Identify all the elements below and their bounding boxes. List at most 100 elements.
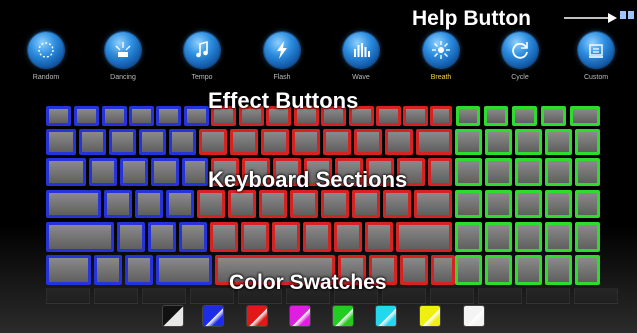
keyboard-key-green[interactable]: [575, 158, 600, 186]
keyboard-key-left[interactable]: [46, 255, 91, 285]
keyboard-key-left[interactable]: [46, 106, 71, 126]
keyboard-key-middle[interactable]: [376, 106, 401, 126]
lighting-control-app: Random Dancing Tempo Flash Wave Breath C…: [0, 0, 637, 333]
help-button[interactable]: [620, 11, 634, 19]
keyboard-key-middle[interactable]: [261, 129, 289, 155]
keyboard-key-green[interactable]: [570, 106, 600, 126]
keyboard-key-green[interactable]: [545, 222, 572, 252]
keyboard-key-left[interactable]: [74, 106, 99, 126]
keyboard-key-middle[interactable]: [385, 129, 413, 155]
keyboard-key-green[interactable]: [575, 255, 600, 285]
keyboard-key-middle[interactable]: [431, 255, 455, 285]
keyboard-key-middle[interactable]: [430, 106, 452, 126]
keyboard-key-middle[interactable]: [416, 129, 452, 155]
keyboard-key-left[interactable]: [169, 129, 196, 155]
keyboard-key-middle[interactable]: [414, 190, 452, 218]
keyboard-key-green[interactable]: [485, 222, 512, 252]
keyboard-key-left[interactable]: [129, 106, 154, 126]
keyboard-key-middle[interactable]: [230, 129, 258, 155]
keyboard-key-green[interactable]: [455, 222, 482, 252]
keyboard-key-green[interactable]: [485, 158, 512, 186]
keyboard-key-middle[interactable]: [403, 106, 428, 126]
keyboard-key-middle[interactable]: [354, 129, 382, 155]
keyboard-key-middle[interactable]: [292, 129, 320, 155]
keyboard-key-green[interactable]: [515, 190, 542, 218]
keyboard-key-green[interactable]: [575, 129, 600, 155]
arrow-right-icon: [564, 13, 617, 23]
keyboard-key-middle[interactable]: [396, 222, 452, 252]
swatch-blue[interactable]: [203, 306, 223, 326]
keyboard-key-middle[interactable]: [199, 129, 227, 155]
keyboard-key-left[interactable]: [104, 190, 132, 218]
keyboard-key-green[interactable]: [545, 129, 572, 155]
keyboard-key-middle[interactable]: [290, 190, 318, 218]
keyboard-key-middle[interactable]: [383, 190, 411, 218]
keyboard-key-left[interactable]: [151, 158, 179, 186]
keyboard-key-left[interactable]: [46, 222, 114, 252]
swatch-yellow[interactable]: [420, 306, 440, 326]
keyboard-key-middle[interactable]: [272, 222, 300, 252]
swatch-green[interactable]: [333, 306, 353, 326]
keyboard-key-green[interactable]: [541, 106, 566, 126]
keyboard-key-green[interactable]: [545, 190, 572, 218]
keyboard-key-green[interactable]: [456, 106, 480, 126]
keyboard-key-left[interactable]: [117, 222, 145, 252]
swatch-white[interactable]: [464, 306, 484, 326]
keyboard-key-green[interactable]: [512, 106, 537, 126]
keyboard-key-middle[interactable]: [323, 129, 351, 155]
keyboard-key-green[interactable]: [575, 190, 600, 218]
keyboard-key-middle[interactable]: [365, 222, 393, 252]
keyboard-key-middle[interactable]: [400, 255, 428, 285]
keyboard-key-left[interactable]: [179, 222, 207, 252]
keyboard-key-left[interactable]: [166, 190, 194, 218]
keyboard-key-left[interactable]: [139, 129, 166, 155]
color-swatches-annotation: Color Swatches: [229, 271, 387, 294]
keyboard-key-green[interactable]: [515, 158, 542, 186]
keyboard-key-green[interactable]: [455, 255, 482, 285]
keyboard-key-middle[interactable]: [197, 190, 225, 218]
keyboard-key-middle[interactable]: [259, 190, 287, 218]
keyboard-key-left[interactable]: [46, 129, 76, 155]
keyboard-key-green[interactable]: [485, 255, 512, 285]
keyboard-key-green[interactable]: [515, 129, 542, 155]
keyboard-key-middle[interactable]: [210, 222, 238, 252]
keyboard-reflection: [190, 288, 234, 304]
keyboard-key-left[interactable]: [135, 190, 163, 218]
keyboard-key-left[interactable]: [148, 222, 176, 252]
keyboard-key-left[interactable]: [89, 158, 117, 186]
keyboard-key-left[interactable]: [46, 190, 101, 218]
keyboard-key-green[interactable]: [485, 129, 512, 155]
keyboard-key-middle[interactable]: [321, 190, 349, 218]
keyboard-key-green[interactable]: [575, 222, 600, 252]
keyboard-key-green[interactable]: [515, 222, 542, 252]
keyboard-key-left[interactable]: [120, 158, 148, 186]
keyboard-key-left[interactable]: [79, 129, 106, 155]
keyboard-key-left[interactable]: [46, 158, 86, 186]
keyboard-key-green[interactable]: [455, 158, 482, 186]
keyboard-key-green[interactable]: [455, 190, 482, 218]
keyboard-key-middle[interactable]: [334, 222, 362, 252]
keyboard-key-green[interactable]: [545, 255, 572, 285]
swatch-red[interactable]: [247, 306, 267, 326]
keyboard-key-left[interactable]: [156, 106, 181, 126]
keyboard-key-middle[interactable]: [352, 190, 380, 218]
keyboard-key-left[interactable]: [156, 255, 212, 285]
keyboard-key-middle[interactable]: [428, 158, 452, 186]
keyboard-key-left[interactable]: [182, 158, 208, 186]
keyboard-key-left[interactable]: [125, 255, 153, 285]
keyboard-key-left[interactable]: [109, 129, 136, 155]
keyboard-key-green[interactable]: [455, 129, 482, 155]
keyboard-key-green[interactable]: [484, 106, 508, 126]
keyboard-key-middle[interactable]: [303, 222, 331, 252]
keyboard-key-left[interactable]: [94, 255, 122, 285]
keyboard-key-green[interactable]: [485, 190, 512, 218]
keyboard-key-left[interactable]: [184, 106, 209, 126]
swatch-cyan[interactable]: [376, 306, 396, 326]
keyboard-key-left[interactable]: [102, 106, 127, 126]
keyboard-key-middle[interactable]: [241, 222, 269, 252]
keyboard-key-green[interactable]: [545, 158, 572, 186]
swatch-magenta[interactable]: [290, 306, 310, 326]
keyboard-key-green[interactable]: [515, 255, 542, 285]
swatch-black[interactable]: [163, 306, 183, 326]
keyboard-key-middle[interactable]: [228, 190, 256, 218]
